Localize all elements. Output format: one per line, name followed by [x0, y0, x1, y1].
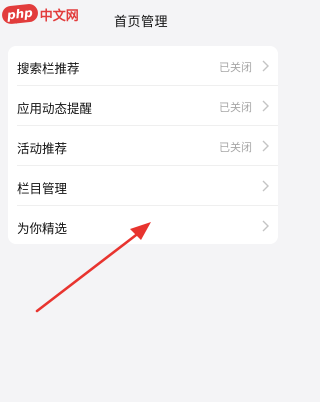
- settings-card: 搜索栏推荐 已关闭 应用动态提醒 已关闭 活动推荐 已关闭 栏目管理 为你精选: [8, 46, 278, 244]
- row-label: 活动推荐: [17, 141, 68, 156]
- chevron-right-icon: [262, 140, 269, 152]
- chevron-right-icon: [262, 220, 269, 232]
- row-status: 已关闭: [219, 101, 252, 114]
- settings-row-activity-recommend[interactable]: 活动推荐 已关闭: [8, 126, 278, 166]
- row-status: 已关闭: [219, 61, 252, 74]
- row-label: 应用动态提醒: [17, 101, 93, 116]
- row-label: 搜索栏推荐: [17, 61, 80, 76]
- row-status: 已关闭: [219, 141, 252, 154]
- row-label: 为你精选: [17, 221, 68, 236]
- page-title: 首页管理: [113, 15, 168, 30]
- settings-row-search-bar-recommend[interactable]: 搜索栏推荐 已关闭: [8, 46, 278, 86]
- settings-row-picked-for-you[interactable]: 为你精选: [8, 206, 278, 244]
- chevron-right-icon: [262, 180, 269, 192]
- row-label: 栏目管理: [17, 181, 68, 196]
- chevron-right-icon: [262, 100, 269, 112]
- chevron-right-icon: [262, 60, 269, 72]
- header-bar: php 中文网 首页管理: [0, 0, 282, 40]
- settings-row-column-management[interactable]: 栏目管理: [8, 166, 278, 206]
- settings-row-app-activity-reminder[interactable]: 应用动态提醒 已关闭: [8, 86, 278, 126]
